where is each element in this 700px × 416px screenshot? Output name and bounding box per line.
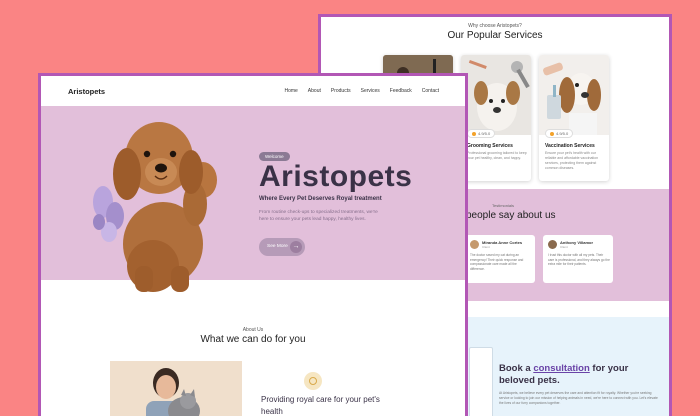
star-icon xyxy=(550,131,554,136)
service-description: Professional grooming tailored to keep y… xyxy=(467,151,527,160)
star-icon xyxy=(472,131,476,136)
services-eyebrow: Why choose Aristopets? xyxy=(468,23,522,29)
hero-subtitle: Where Every Pet Deserves Royal treatment xyxy=(259,196,382,202)
nav-item-feedback[interactable]: Feedback xyxy=(390,88,412,94)
testimonial-card: Miranda Anne Cortes Client The doctor sa… xyxy=(465,235,535,283)
testimonial-text: The doctor saved my cat during an emerge… xyxy=(470,253,524,271)
consultation-title: Book a consultation for your beloved pet… xyxy=(499,363,629,386)
avatar xyxy=(470,240,479,249)
rating-badge: 4.9/5.0 xyxy=(467,129,496,138)
service-card-vaccination[interactable]: 4.9/5.0 Vaccination Services Ensure your… xyxy=(539,55,609,181)
service-name: Grooming Services xyxy=(467,143,513,149)
nav-item-about[interactable]: About xyxy=(308,88,321,94)
testimonial-card: Anthony Villamor Client I trust this doc… xyxy=(543,235,613,283)
consultation-form[interactable] xyxy=(469,347,493,416)
hero-title: Aristopets xyxy=(259,160,413,193)
service-description: Ensure your pet's health with our reliab… xyxy=(545,151,599,170)
nav-item-contact[interactable]: Contact xyxy=(422,88,439,94)
testimonials-title: people say about us xyxy=(466,210,556,221)
rating-badge: 4.9/5.0 xyxy=(545,129,574,138)
see-more-button[interactable]: See More → xyxy=(259,238,305,256)
see-more-label: See More xyxy=(267,244,288,249)
grooming-image xyxy=(461,55,531,135)
service-card-grooming[interactable]: 4.9/5.0 Grooming Services Professional g… xyxy=(461,55,531,181)
top-navbar: Aristopets Home About Products Services … xyxy=(41,76,465,106)
testimonial-role: Client xyxy=(560,245,568,249)
about-title: What we can do for you xyxy=(200,334,306,345)
avatar xyxy=(548,240,557,249)
testimonial-role: Client xyxy=(482,245,490,249)
browser-window-home: Aristopets Home About Products Services … xyxy=(38,73,468,416)
nav-item-products[interactable]: Products xyxy=(331,88,351,94)
service-name: Vaccination Services xyxy=(545,143,595,149)
nav-item-services[interactable]: Services xyxy=(361,88,380,94)
about-headline: Providing royal care for your pet's heal… xyxy=(261,395,380,416)
brand-logo[interactable]: Aristopets xyxy=(68,87,105,96)
vaccination-image xyxy=(539,55,609,135)
services-title: Our Popular Services xyxy=(447,30,543,41)
nav-item-home[interactable]: Home xyxy=(284,88,297,94)
paw-icon xyxy=(304,372,322,390)
consultation-description: At Aristopets, we believe every pet dese… xyxy=(499,391,658,405)
dog-image xyxy=(91,116,221,294)
testimonial-text: I trust this doctor with all my pets. Th… xyxy=(548,253,610,267)
about-eyebrow: About Us xyxy=(242,327,264,333)
nav-links: Home About Products Services Feedback Co… xyxy=(284,88,439,94)
person-with-cat-image xyxy=(110,361,242,416)
hero-description: From routine check-ups to specialized tr… xyxy=(259,210,378,222)
arrow-right-icon: → xyxy=(290,241,302,253)
